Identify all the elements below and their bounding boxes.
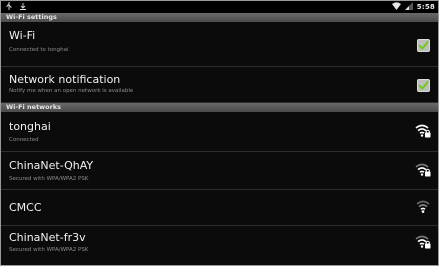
network-ssid: ChinaNet-QhAY <box>9 159 94 172</box>
download-icon <box>19 2 27 10</box>
network-notification-checkbox[interactable] <box>417 79 430 92</box>
network-ssid: CMCC <box>9 201 42 214</box>
network-item-chinanet-fr3v[interactable]: ChinaNet-fr3v Secured with WPA/WPA2 PSK <box>1 226 438 265</box>
signal-icon <box>404 2 413 12</box>
settings-screen: 5:58 Wi-Fi settings Wi-Fi Connected to t… <box>0 0 439 266</box>
wifi-checkbox[interactable] <box>417 39 430 52</box>
wifi-subtitle: Connected to tonghai <box>9 47 69 53</box>
network-notification-subtitle: Notify me when an open network is availa… <box>9 88 134 94</box>
section-label: Wi-Fi settings <box>6 13 57 21</box>
section-label: Wi-Fi networks <box>6 103 62 111</box>
network-status: Connected <box>9 137 39 143</box>
wifi-locked-icon <box>415 124 431 138</box>
wifi-title: Wi-Fi <box>9 29 36 42</box>
checkmark-icon <box>418 81 429 90</box>
wifi-locked-icon <box>415 235 431 249</box>
network-item-chinanet-qhay[interactable]: ChinaNet-QhAY Secured with WPA/WPA2 PSK <box>1 152 438 190</box>
network-status: Secured with WPA/WPA2 PSK <box>9 176 89 182</box>
network-item-cmcc[interactable]: CMCC <box>1 190 438 226</box>
status-bar: 5:58 <box>1 1 438 13</box>
wifi-icon <box>416 200 430 213</box>
section-header-wifi-networks: Wi-Fi networks <box>1 103 438 112</box>
network-ssid: tonghai <box>9 120 51 133</box>
wifi-toggle-row[interactable]: Wi-Fi Connected to tonghai <box>1 22 438 67</box>
network-notification-title: Network notification <box>9 73 121 86</box>
wifi-icon <box>391 2 401 12</box>
network-item-tonghai[interactable]: tonghai Connected <box>1 112 438 152</box>
network-notification-row[interactable]: Network notification Notify me when an o… <box>1 67 438 103</box>
network-ssid: ChinaNet-fr3v <box>9 231 86 244</box>
wifi-locked-icon <box>415 163 431 177</box>
checkmark-icon <box>418 41 429 50</box>
network-status: Secured with WPA/WPA2 PSK <box>9 247 89 253</box>
section-header-wifi-settings: Wi-Fi settings <box>1 13 438 22</box>
clock: 5:58 <box>416 3 435 11</box>
usb-icon <box>5 2 13 10</box>
